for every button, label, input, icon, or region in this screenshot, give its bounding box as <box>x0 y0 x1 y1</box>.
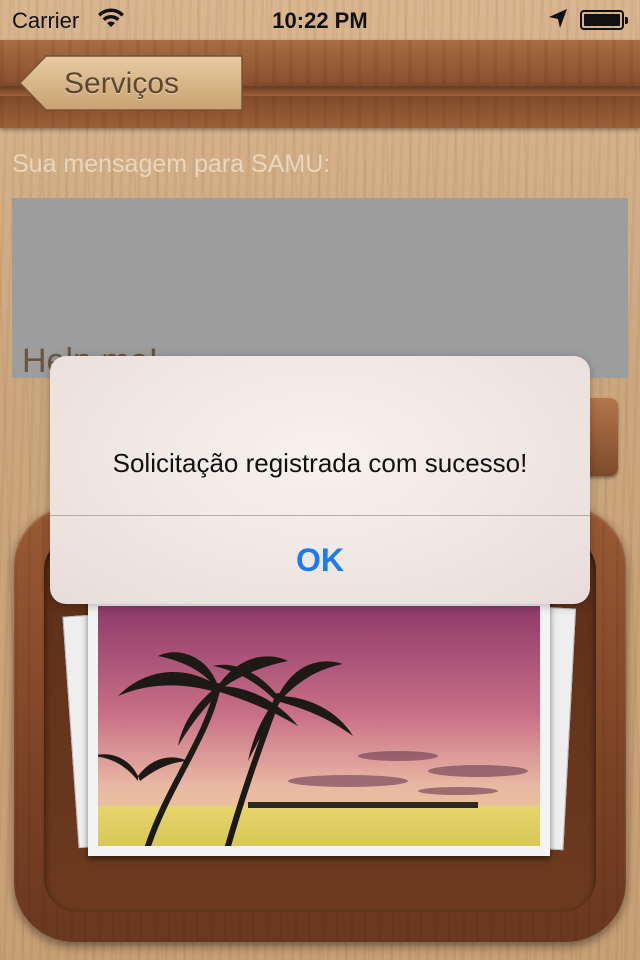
alert-ok-button[interactable]: OK <box>50 516 590 604</box>
alert-message: Solicitação registrada com sucesso! <box>112 448 528 478</box>
alert-dialog: Solicitação registrada com sucesso! OK <box>50 356 590 604</box>
